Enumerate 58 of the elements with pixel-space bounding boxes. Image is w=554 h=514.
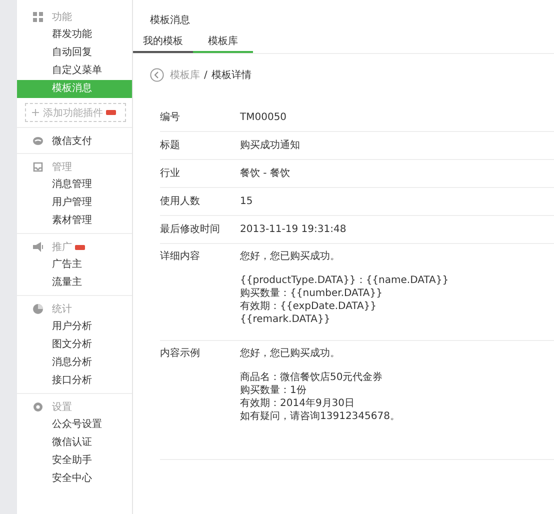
tab[interactable]: 模板库 [193,33,253,53]
field-value: 有效期：{{expDate.DATA}} [240,300,378,313]
sidebar-item[interactable]: 自定义菜单 [17,62,132,80]
sidebar-item[interactable]: 安全助手 [17,452,132,470]
section-title: 统计 [52,302,72,316]
field-value: 有效期：2014年9月30日 [240,397,356,410]
inbox-icon [33,162,43,172]
sidebar-item[interactable]: 消息管理 [17,176,132,194]
field-value: 商品名：微信餐饮店50元代金券 [240,371,384,384]
field-value: TM00050 [240,111,287,124]
megaphone-icon [33,242,43,252]
field-value: 购买数量：{{number.DATA}} [240,287,384,300]
section-title: 设置 [52,400,72,414]
field-label: 编号 [160,111,181,124]
field-value: 购买成功通知 [240,139,300,152]
field-value: 您好，您已购买成功。 [240,250,341,263]
sidebar-item[interactable]: 图文分析 [17,336,132,354]
sidebar-item[interactable]: 微信认证 [17,434,132,452]
field-value: 购买数量：1份 [240,384,308,397]
sidebar-item[interactable]: 接口分析 [17,372,132,390]
field-value: 如有疑问，请咨询13912345678。 [240,410,400,423]
field-value: 15 [240,195,253,208]
sidebar-item[interactable]: 用户管理 [17,194,132,212]
breadcrumb-current: 模板详情 [211,68,252,82]
field-value: 您好，您已购买成功。 [240,347,341,360]
back-icon[interactable] [150,68,164,82]
field-label: 内容示例 [160,347,201,361]
section-title[interactable]: 微信支付 [52,134,92,148]
field-label: 最后修改时间 [160,223,221,236]
field-label: 标题 [160,139,181,152]
sidebar-item[interactable]: 自动回复 [17,44,132,62]
field-label: 行业 [160,167,181,180]
field-value: {{remark.DATA}} [240,313,332,326]
sidebar-item[interactable]: 安全中心 [17,470,132,488]
sidebar-item[interactable]: 流量主 [17,274,132,292]
sidebar-item[interactable]: 消息分析 [17,354,132,372]
section-title: 功能 [52,10,72,24]
field-value: 2013-11-19 19:31:48 [240,223,346,236]
sidebar-item[interactable]: 用户分析 [17,318,132,336]
gear-icon [33,402,43,412]
section-title: 管理 [52,161,72,174]
page-title: 模板消息 [150,14,191,28]
tab[interactable]: 我的模板 [133,33,193,53]
field-label: 使用人数 [160,195,201,208]
plus-icon [32,109,39,116]
grid-icon [33,12,43,22]
pie-chart-icon [33,304,43,314]
section-title: 推广 [52,240,72,254]
payment-icon [33,136,43,146]
sidebar-item[interactable]: 公众号设置 [17,416,132,434]
sidebar-item[interactable]: 群发功能 [17,26,132,44]
breadcrumb-separator: / [204,70,208,80]
field-label: 详细内容 [160,250,201,264]
sidebar-item[interactable]: 广告主 [17,256,132,274]
sidebar-item[interactable]: 素材管理 [17,212,132,230]
field-value: 餐饮 - 餐饮 [240,167,290,180]
add-plugin-label: 添加功能插件 [43,106,103,120]
field-value: {{productType.DATA}}：{{name.DATA}} [240,274,449,287]
